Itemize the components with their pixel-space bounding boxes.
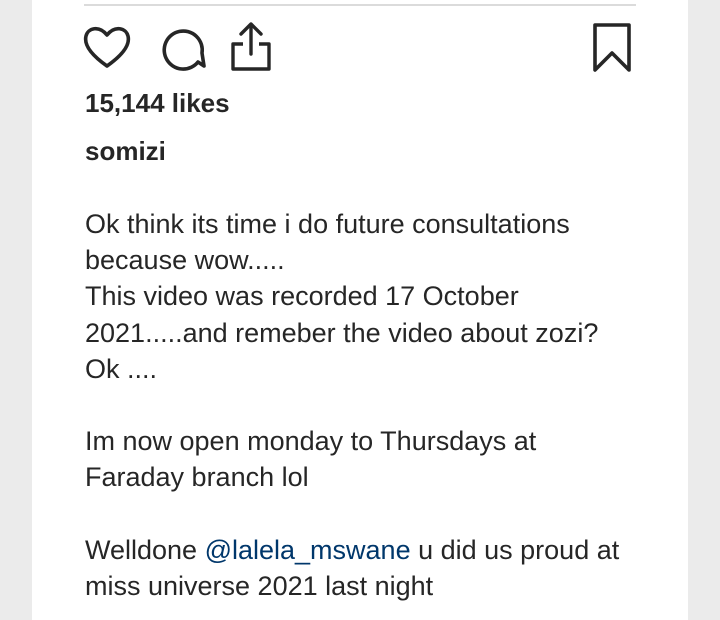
caption-line: This video was recorded 17 October <box>85 281 519 312</box>
caption-line: miss universe 2021 last night <box>85 570 434 601</box>
comment-icon[interactable] <box>158 24 208 72</box>
caption-line: because wow..... <box>85 245 285 276</box>
user-mention-link[interactable]: @lalela_mswane <box>205 535 411 565</box>
caption-text: Welldone <box>85 534 205 565</box>
bookmark-icon[interactable] <box>590 22 634 74</box>
share-icon[interactable] <box>228 20 274 72</box>
divider <box>84 4 636 6</box>
caption-line: Welldone @lalela_mswane u did us proud a… <box>85 532 675 568</box>
username[interactable]: somizi <box>85 136 166 167</box>
caption-text: u did us proud at <box>410 534 620 565</box>
caption: Ok think its time i do future consultati… <box>85 206 675 604</box>
caption-line: Faraday branch lol <box>85 462 309 493</box>
heart-icon[interactable] <box>82 24 132 70</box>
action-bar <box>32 20 688 76</box>
caption-line: Ok think its time i do future consultati… <box>85 209 570 239</box>
caption-line: 2021.....and remeber the video about zoz… <box>85 317 599 348</box>
likes-count[interactable]: 15,144 likes <box>85 88 230 119</box>
post-card: 15,144 likes somizi Ok think its time i … <box>32 0 688 620</box>
caption-line: Ok .... <box>85 353 158 384</box>
caption-line: Im now open monday to Thursdays at <box>85 426 537 457</box>
